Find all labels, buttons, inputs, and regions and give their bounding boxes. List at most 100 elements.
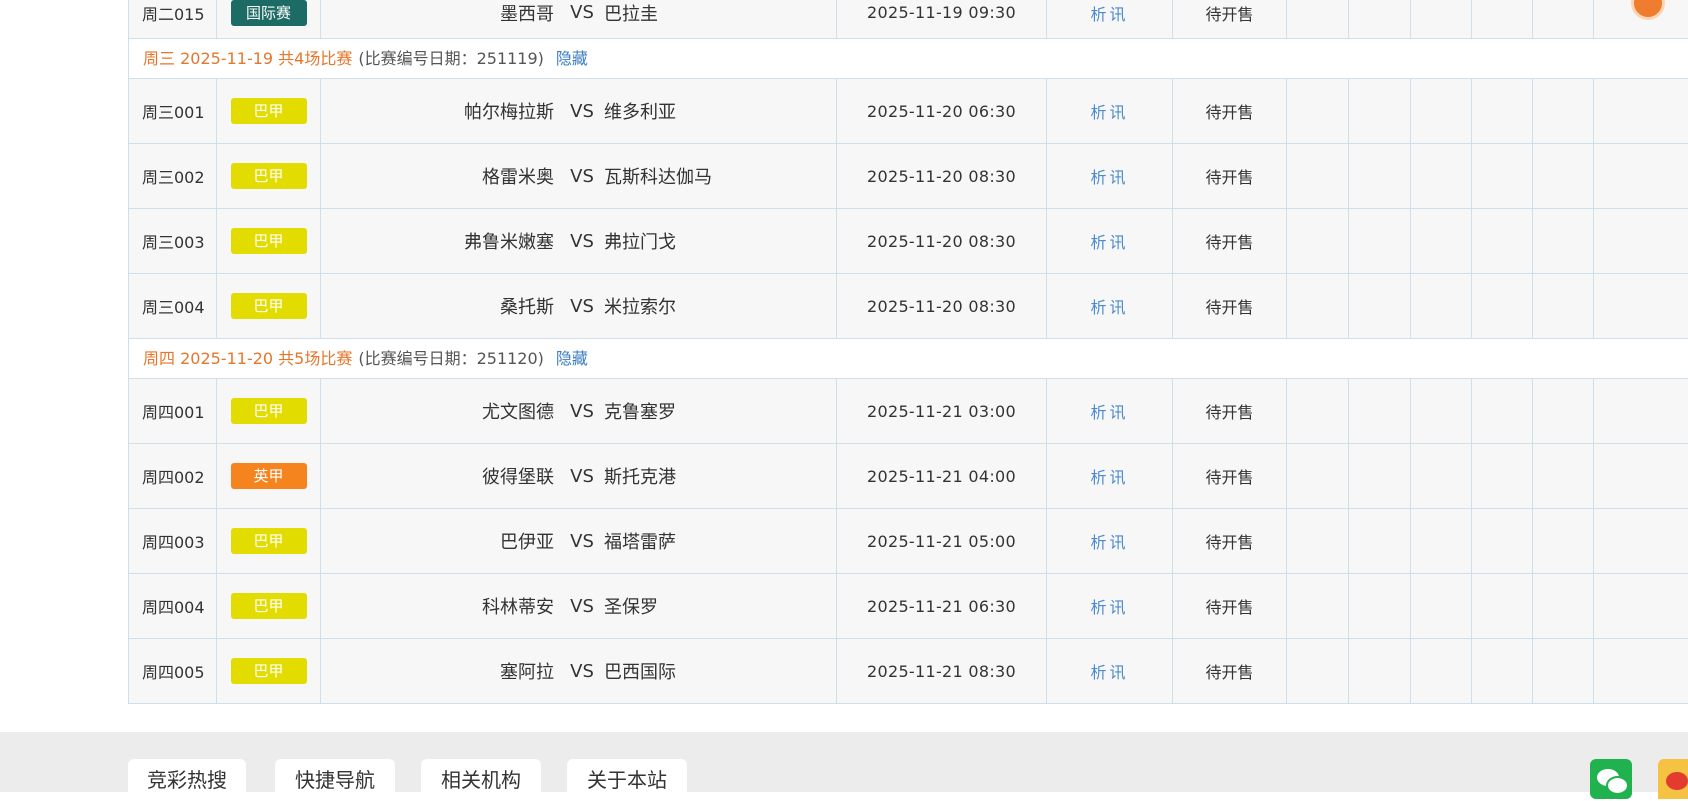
odds-cell: [1472, 574, 1533, 638]
teams-cell: 弗鲁米嫩塞 VS 弗拉门戈: [321, 209, 837, 273]
league-badge[interactable]: 巴甲: [230, 163, 307, 189]
odds-cell: [1472, 509, 1533, 573]
analysis-link[interactable]: 析讯: [1047, 444, 1173, 508]
league-badge[interactable]: 巴甲: [230, 528, 307, 554]
league-badge[interactable]: 巴甲: [230, 658, 307, 684]
odds-cell: [1472, 144, 1533, 208]
table-row: 周四001 巴甲 尤文图德 VS 克鲁塞罗 2025-11-21 03:00 析讯 待开售: [129, 379, 1688, 444]
league-badge[interactable]: 国际赛: [230, 0, 307, 26]
match-number: 周三001: [129, 79, 217, 143]
league-badge[interactable]: 巴甲: [230, 293, 307, 319]
home-team[interactable]: 尤文图德: [482, 398, 554, 424]
match-number: 周四004: [129, 574, 217, 638]
odds-cell: [1472, 444, 1533, 508]
vs-label: VS: [570, 230, 594, 252]
table-row: 周四004 巴甲 科林蒂安 VS 圣保罗 2025-11-21 06:30 析讯 待开售: [129, 574, 1688, 639]
teams-cell: 墨西哥 VS 巴拉圭: [321, 0, 837, 38]
analysis-link[interactable]: 析讯: [1047, 0, 1173, 38]
teams-cell: 塞阿拉 VS 巴西国际: [321, 639, 837, 703]
table-row: 周三002 巴甲 格雷米奥 VS 瓦斯科达伽马 2025-11-20 08:30 析讯 待开售: [129, 144, 1688, 209]
match-time: 2025-11-19 09:30: [837, 0, 1047, 38]
analysis-link[interactable]: 析讯: [1047, 209, 1173, 273]
odds-cell: [1287, 274, 1349, 338]
odds-cell: [1594, 274, 1688, 338]
away-team[interactable]: 维多利亚: [604, 98, 676, 124]
footer-tab-quick-nav[interactable]: 快捷导航: [275, 759, 395, 799]
match-table: 周二015 国际赛 墨西哥 VS 巴拉圭 2025-11-19 09:30 析讯…: [128, 0, 1688, 704]
home-team[interactable]: 墨西哥: [500, 0, 554, 26]
table-row: 周三003 巴甲 弗鲁米嫩塞 VS 弗拉门戈 2025-11-20 08:30 析讯 待开售: [129, 209, 1688, 274]
match-number: 周四002: [129, 444, 217, 508]
wechat-icon[interactable]: [1590, 759, 1632, 799]
away-team[interactable]: 瓦斯科达伽马: [604, 163, 712, 189]
vs-label: VS: [570, 595, 594, 617]
section-title: 周四 2025-11-20 共5场比赛: [143, 349, 353, 368]
odds-cell: [1533, 509, 1594, 573]
hide-toggle-link[interactable]: 隐藏: [556, 49, 588, 68]
away-team[interactable]: 巴拉圭: [604, 0, 658, 26]
vs-label: VS: [570, 465, 594, 487]
home-team[interactable]: 彼得堡联: [482, 463, 554, 489]
analysis-link[interactable]: 析讯: [1047, 274, 1173, 338]
footer-tab-institutions[interactable]: 相关机构: [421, 759, 541, 799]
section-header: 周四 2025-11-20 共5场比赛 (比赛编号日期：251120) 隐藏: [129, 339, 1688, 379]
hide-toggle-link[interactable]: 隐藏: [556, 349, 588, 368]
footer-tab-about[interactable]: 关于本站: [567, 759, 687, 799]
away-team[interactable]: 弗拉门戈: [604, 228, 676, 254]
odds-cell: [1533, 274, 1594, 338]
league-cell: 巴甲: [217, 144, 321, 208]
away-team[interactable]: 斯托克港: [604, 463, 676, 489]
match-number: 周三004: [129, 274, 217, 338]
odds-cell: [1411, 0, 1472, 38]
analysis-link[interactable]: 析讯: [1047, 509, 1173, 573]
odds-cell: [1472, 379, 1533, 443]
table-row: 周三004 巴甲 桑托斯 VS 米拉索尔 2025-11-20 08:30 析讯 待开售: [129, 274, 1688, 339]
odds-cell: [1287, 444, 1349, 508]
away-team[interactable]: 圣保罗: [604, 593, 658, 619]
home-team[interactable]: 弗鲁米嫩塞: [464, 228, 554, 254]
analysis-link[interactable]: 析讯: [1047, 639, 1173, 703]
match-time: 2025-11-20 06:30: [837, 79, 1047, 143]
odds-cell: [1594, 509, 1688, 573]
away-team[interactable]: 米拉索尔: [604, 293, 676, 319]
analysis-link[interactable]: 析讯: [1047, 144, 1173, 208]
league-badge[interactable]: 巴甲: [230, 98, 307, 124]
league-cell: 巴甲: [217, 379, 321, 443]
match-time: 2025-11-21 04:00: [837, 444, 1047, 508]
odds-cell: [1472, 209, 1533, 273]
away-team[interactable]: 巴西国际: [604, 658, 676, 684]
analysis-link[interactable]: 析讯: [1047, 574, 1173, 638]
vs-label: VS: [570, 530, 594, 552]
odds-cell: [1533, 0, 1594, 38]
league-cell: 巴甲: [217, 509, 321, 573]
home-team[interactable]: 帕尔梅拉斯: [464, 98, 554, 124]
home-team[interactable]: 桑托斯: [500, 293, 554, 319]
weibo-icon[interactable]: [1658, 759, 1688, 799]
league-badge[interactable]: 巴甲: [230, 593, 307, 619]
analysis-link[interactable]: 析讯: [1047, 379, 1173, 443]
teams-cell: 彼得堡联 VS 斯托克港: [321, 444, 837, 508]
odds-cell: [1287, 509, 1349, 573]
match-time: 2025-11-21 06:30: [837, 574, 1047, 638]
home-team[interactable]: 巴伊亚: [500, 528, 554, 554]
league-cell: 英甲: [217, 444, 321, 508]
odds-cell: [1594, 209, 1688, 273]
league-badge[interactable]: 巴甲: [230, 228, 307, 254]
odds-cell: [1533, 574, 1594, 638]
odds-cell: [1349, 209, 1411, 273]
sale-status: 待开售: [1173, 0, 1287, 38]
teams-cell: 尤文图德 VS 克鲁塞罗: [321, 379, 837, 443]
footer-tab-hot-search[interactable]: 竞彩热搜: [128, 759, 246, 799]
home-team[interactable]: 格雷米奥: [482, 163, 554, 189]
analysis-link[interactable]: 析讯: [1047, 79, 1173, 143]
odds-cell: [1472, 79, 1533, 143]
odds-cell: [1533, 639, 1594, 703]
league-badge[interactable]: 巴甲: [230, 398, 307, 424]
odds-cell: [1594, 639, 1688, 703]
league-badge[interactable]: 英甲: [230, 463, 307, 489]
sale-status: 待开售: [1173, 209, 1287, 273]
home-team[interactable]: 科林蒂安: [482, 593, 554, 619]
away-team[interactable]: 克鲁塞罗: [604, 398, 676, 424]
home-team[interactable]: 塞阿拉: [500, 658, 554, 684]
away-team[interactable]: 福塔雷萨: [604, 528, 676, 554]
